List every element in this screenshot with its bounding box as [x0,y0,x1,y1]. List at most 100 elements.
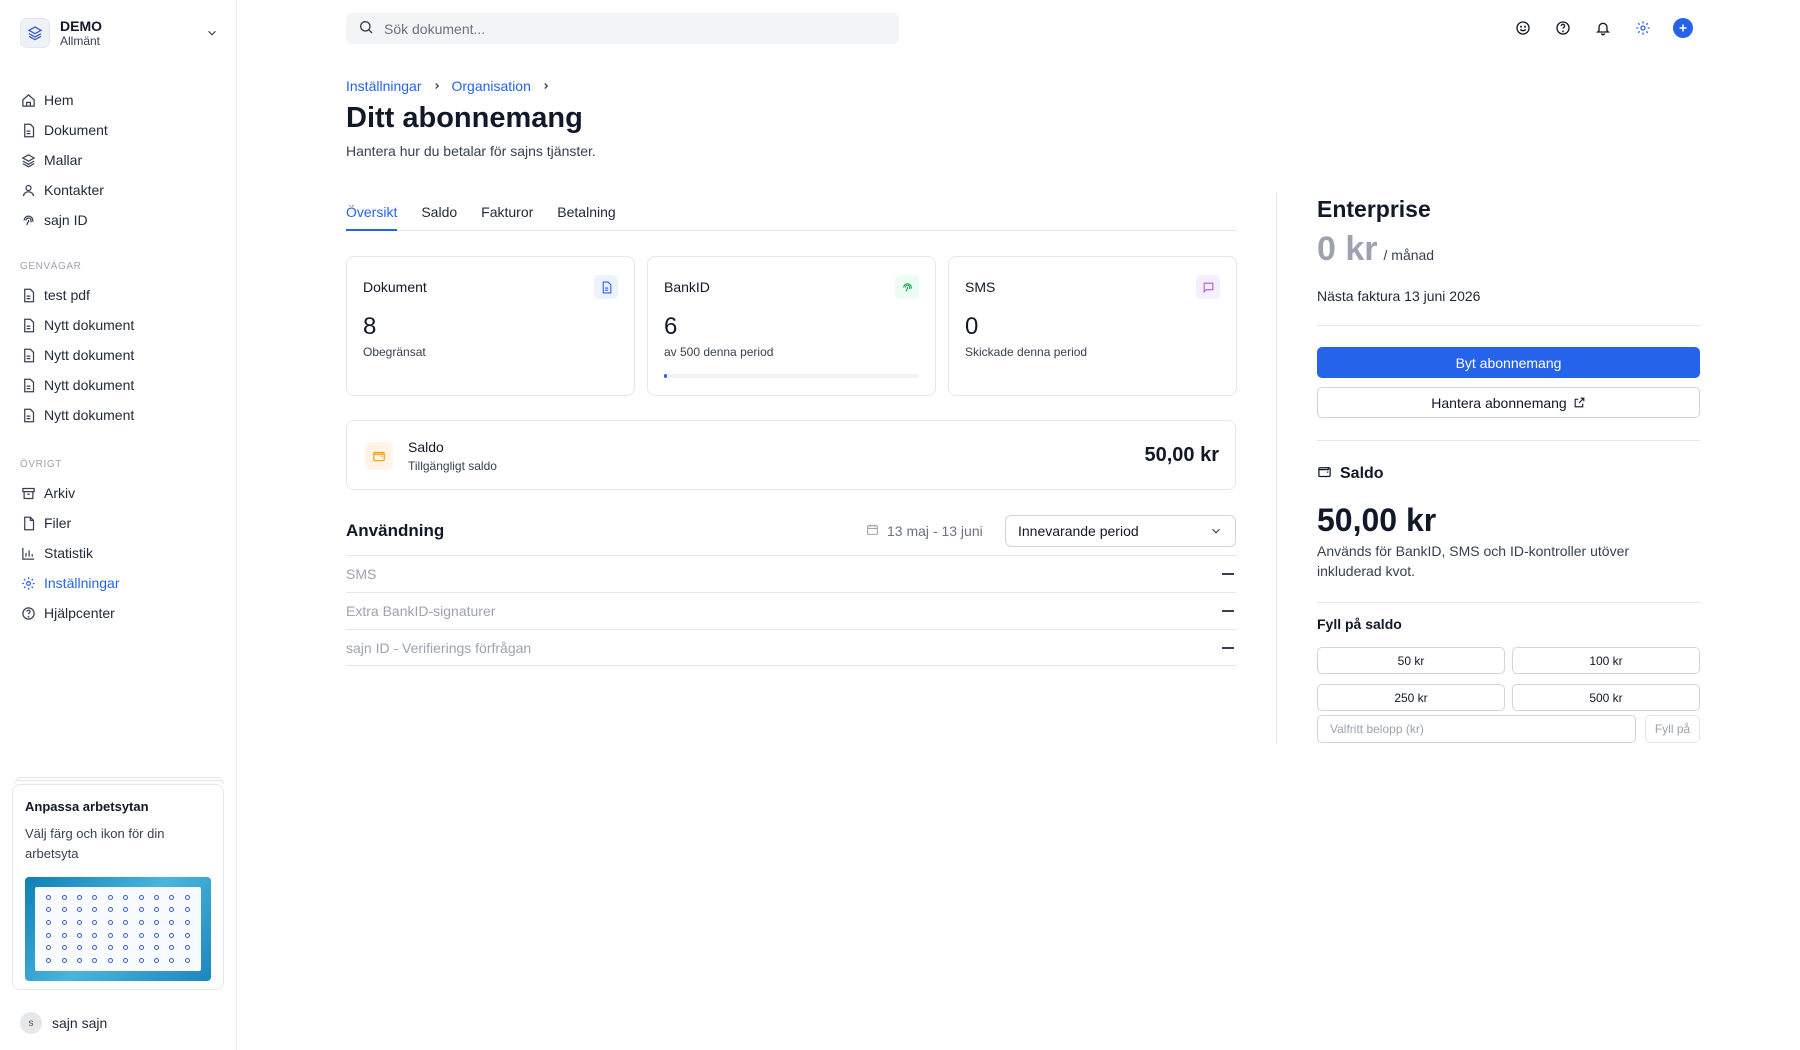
date-range-text: 13 maj - 13 juni [887,523,983,539]
chevron-down-icon [1209,524,1223,541]
tabs: Översikt Saldo Fakturor Betalning [346,196,1236,231]
breadcrumb-link[interactable]: Organisation [452,78,531,94]
chevron-right-icon [432,79,442,94]
fill-button[interactable]: Fyll på [1645,715,1700,743]
tab-saldo[interactable]: Saldo [421,196,457,231]
saldo-amount: 50,00 kr [1144,444,1219,466]
dash-icon [1222,646,1234,649]
bell-icon[interactable] [1593,18,1613,38]
user-icon [20,182,36,198]
balance-description: Används för BankID, SMS och ID-kontrolle… [1317,543,1630,579]
fingerprint-icon [20,212,36,228]
card-title: BankID [664,279,710,295]
chevron-down-icon [204,25,220,41]
other-label: ÖVRIGT [20,459,62,470]
document-icon [20,122,36,138]
topup-amount-button[interactable]: 500 kr [1512,684,1700,711]
other-nav: Arkiv Filer Statistik Inställningar Hjäl… [12,478,222,628]
shortcut-item[interactable]: Nytt dokument [12,310,222,340]
card-value: 0 [965,313,979,340]
customize-workspace-card[interactable]: Anpassa arbetsytan Välj färg och ikon fö… [12,784,224,990]
plan-price-period: / månad [1383,247,1435,263]
shortcut-item[interactable]: Nytt dokument [12,340,222,370]
user-name: sajn sajn [52,1015,108,1031]
home-icon [20,92,36,108]
sidebar-item-label: Hem [44,92,74,108]
progress-fill [664,374,668,378]
tab-oversikt[interactable]: Översikt [346,196,398,231]
shortcut-label: Nytt dokument [44,377,135,393]
vertical-divider [1276,192,1277,744]
help-icon [20,605,36,621]
external-link-icon [1573,396,1586,409]
document-icon [20,347,36,363]
sidebar-item-label: Kontakter [44,182,104,198]
tab-fakturor[interactable]: Fakturor [481,196,533,231]
sidebar-item-label: Dokument [44,122,108,138]
wallet-icon [365,442,393,470]
change-plan-button[interactable]: Byt abonnemang [1317,347,1700,378]
sidebar-item-filer[interactable]: Filer [12,508,222,538]
workspace-switcher[interactable]: DEMO Allmänt [20,16,220,50]
smiley-icon[interactable] [1513,18,1533,38]
fingerprint-icon [895,275,919,299]
sidebar-item-hem[interactable]: Hem [12,85,222,115]
usage-row-label: sajn ID - Verifierings förfrågan [346,639,532,656]
table-row: SMS [346,555,1236,592]
workspace-subtitle: Allmänt [60,33,101,48]
custom-amount-input[interactable] [1317,715,1636,743]
top-actions [1513,18,1693,38]
sidebar-item-arkiv[interactable]: Arkiv [12,478,222,508]
plan-price: 0 kr / månad [1317,230,1434,269]
shortcut-item[interactable]: Nytt dokument [12,400,222,430]
help-icon[interactable] [1553,18,1573,38]
tab-betalning[interactable]: Betalning [557,196,615,231]
card-title: SMS [965,279,996,295]
calendar-icon [866,523,879,539]
sidebar-item-label: sajn ID [44,212,88,228]
sidebar-item-dokument[interactable]: Dokument [12,115,222,145]
sidebar-item-sajn-id[interactable]: sajn ID [12,205,222,235]
saldo-subtitle: Tillgängligt saldo [408,459,497,473]
sidebar-item-statistik[interactable]: Statistik [12,538,222,568]
sidebar-item-hjalpcenter[interactable]: Hjälpcenter [12,598,222,628]
search-input[interactable] [384,20,864,37]
usage-table: SMS Extra BankID-signaturer sajn ID - Ve… [346,555,1236,666]
breadcrumb: Inställningar Organisation [346,78,561,94]
balance-amount: 50,00 kr [1317,502,1437,538]
sidebar-item-installningar[interactable]: Inställningar [12,568,222,598]
promo-title: Anpassa arbetsytan [25,799,149,814]
topup-amount-button[interactable]: 250 kr [1317,684,1505,711]
topup-amount-button[interactable]: 50 kr [1317,647,1505,674]
gear-icon[interactable] [1633,18,1653,38]
card-title: Dokument [363,279,427,295]
shortcuts-nav: test pdf Nytt dokument Nytt dokument Nyt… [12,280,222,430]
usage-row-label: SMS [346,566,377,582]
layers-icon [20,18,50,48]
document-icon [20,407,36,423]
manage-plan-button[interactable]: Hantera abonnemang [1317,387,1700,418]
main-nav: Hem Dokument Mallar Kontakter sajn ID [12,85,222,235]
shortcuts-label: GENVÄGAR [20,261,82,272]
plus-icon[interactable] [1673,18,1693,38]
user-menu[interactable]: s sajn sajn [20,1012,107,1034]
usage-date-range: 13 maj - 13 juni [866,523,983,539]
breadcrumb-link[interactable]: Inställningar [346,78,422,94]
saldo-card[interactable]: Saldo Tillgängligt saldo 50,00 kr [346,420,1236,490]
card-subtitle: av 500 denna period [664,345,774,359]
shortcut-item[interactable]: test pdf [12,280,222,310]
document-icon [20,317,36,333]
sidebar-item-mallar[interactable]: Mallar [12,145,222,175]
sidebar-item-kontakter[interactable]: Kontakter [12,175,222,205]
topup-amount-button[interactable]: 100 kr [1512,647,1700,674]
table-row: sajn ID - Verifierings förfrågan [346,629,1236,666]
stat-card-dokument: Dokument 8 Obegränsat [346,256,635,396]
period-select[interactable]: Innevarande period [1005,515,1236,547]
topup-label: Fyll på saldo [1317,616,1402,632]
shortcut-item[interactable]: Nytt dokument [12,370,222,400]
search-bar[interactable] [346,13,899,44]
page-title: Ditt abonnemang [346,102,583,134]
divider [1317,325,1700,326]
chart-icon [20,545,36,561]
card-subtitle: Skickade denna period [965,345,1088,359]
